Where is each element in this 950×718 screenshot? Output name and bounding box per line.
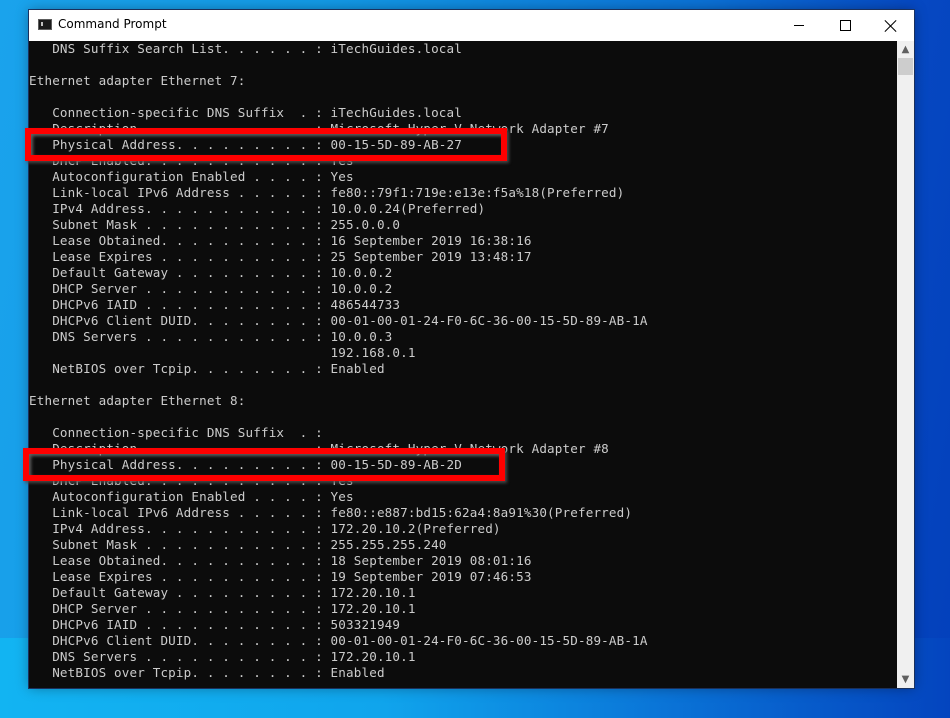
console-line: DNS Servers . . . . . . . . . . . : 10.0… (29, 329, 393, 344)
console-line: DHCPv6 IAID . . . . . . . . . . . : 5033… (29, 617, 401, 632)
minimize-icon (794, 25, 804, 26)
scroll-down-icon: ▼ (901, 674, 910, 685)
console-line: Autoconfiguration Enabled . . . . : Yes (29, 169, 354, 184)
console-line: DHCPv6 Client DUID. . . . . . . . : 00-0… (29, 633, 648, 648)
console-line: 192.168.0.1 (29, 345, 416, 360)
console-line: Subnet Mask . . . . . . . . . . . : 255.… (29, 537, 447, 552)
console-line: DHCP Server . . . . . . . . . . . : 172.… (29, 601, 416, 616)
console-line: Link-local IPv6 Address . . . . . : fe80… (29, 505, 633, 520)
console-line: Lease Expires . . . . . . . . . . : 25 S… (29, 249, 532, 264)
minimize-button[interactable] (776, 10, 822, 41)
scroll-up-button[interactable]: ▲ (897, 41, 914, 58)
command-prompt-window: Command Prompt DNS Suffix Search List. .… (23, 10, 914, 688)
console-line: Link-local IPv6 Address . . . . . : fe80… (29, 185, 625, 200)
vertical-scrollbar[interactable]: ▲ ▼ (897, 41, 914, 688)
close-icon (885, 20, 897, 32)
scroll-down-button[interactable]: ▼ (897, 671, 914, 688)
console-line: IPv4 Address. . . . . . . . . . . : 10.0… (29, 201, 486, 216)
console-line: Ethernet adapter Ethernet 7: (29, 73, 246, 88)
window-title: Command Prompt (58, 17, 167, 31)
console-line: DNS Servers . . . . . . . . . . . : 172.… (29, 649, 416, 664)
close-button[interactable] (868, 10, 914, 41)
console-line: Default Gateway . . . . . . . . . : 172.… (29, 585, 416, 600)
console-line: NetBIOS over Tcpip. . . . . . . . : Enab… (29, 361, 385, 376)
console-line: Connection-specific DNS Suffix . : (29, 425, 323, 440)
console-line: IPv4 Address. . . . . . . . . . . : 172.… (29, 521, 501, 536)
console-line: Lease Obtained. . . . . . . . . . : 18 S… (29, 553, 532, 568)
console-line: Lease Obtained. . . . . . . . . . : 16 S… (29, 233, 532, 248)
console-line: Subnet Mask . . . . . . . . . . . : 255.… (29, 217, 401, 232)
cmd-icon (38, 19, 52, 30)
scroll-up-icon: ▲ (901, 44, 910, 55)
console-line: DHCPv6 IAID . . . . . . . . . . . : 4865… (29, 297, 401, 312)
console-line: DNS Suffix Search List. . . . . . : iTec… (29, 41, 462, 56)
console-line: DHCP Server . . . . . . . . . . . : 10.0… (29, 281, 393, 296)
title-bar[interactable]: Command Prompt (29, 10, 914, 41)
highlight-box-physical-address-ethernet-7 (25, 128, 507, 161)
console-line: Ethernet adapter Ethernet 8: (29, 393, 246, 408)
console-line: Autoconfiguration Enabled . . . . : Yes (29, 489, 354, 504)
scroll-thumb[interactable] (898, 58, 913, 75)
console-line: Default Gateway . . . . . . . . . : 10.0… (29, 265, 393, 280)
console-line: Lease Expires . . . . . . . . . . : 19 S… (29, 569, 532, 584)
console-line: Connection-specific DNS Suffix . : iTech… (29, 105, 462, 120)
console-line: NetBIOS over Tcpip. . . . . . . . : Enab… (29, 665, 385, 680)
highlight-box-physical-address-ethernet-8 (23, 448, 505, 481)
maximize-button[interactable] (822, 10, 868, 41)
maximize-icon (839, 20, 851, 31)
console-line: DHCPv6 Client DUID. . . . . . . . : 00-0… (29, 313, 648, 328)
